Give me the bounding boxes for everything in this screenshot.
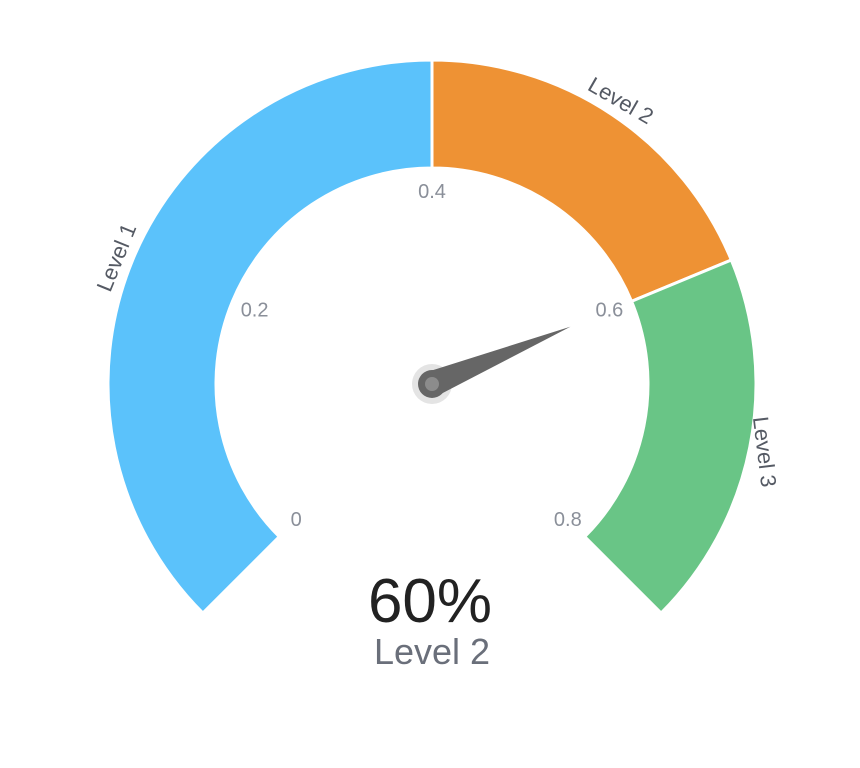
gauge-value-text: 60% [368, 567, 492, 636]
tick-label: 0.2 [241, 300, 269, 322]
gauge-svg: Level 1Level 2Level 3 00.20.40.60.8 60% … [92, 58, 781, 672]
needle-pointer [427, 326, 571, 397]
tick-label: 0 [291, 509, 302, 531]
gauge-needle [412, 326, 571, 404]
gauge-status-text: Level 2 [374, 631, 490, 672]
tick-label: 0.8 [554, 509, 582, 531]
needle-hub-center [425, 377, 439, 391]
tick-label: 0.6 [595, 300, 623, 322]
tick-label: 0.4 [418, 181, 446, 203]
gauge-band-2 [430, 58, 734, 304]
gauge-chart: Level 1 Level 2 Level 3 0 0.2 0.4 0.6 0.8 60% … [0, 0, 860, 768]
band-label-3: Level 3 [748, 415, 781, 488]
gauge-tick-labels: 0 0.2 0.4 0.6 0.8 [241, 181, 624, 531]
gauge-band-1 [106, 58, 434, 616]
gauge-bands [106, 58, 758, 616]
